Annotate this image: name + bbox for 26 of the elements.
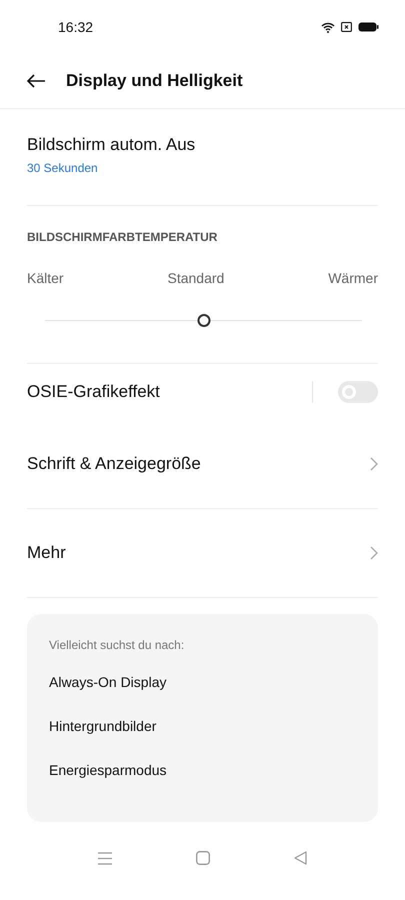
page-title: Display und Helligkeit [66, 71, 243, 91]
back-triangle-icon[interactable] [294, 851, 307, 865]
home-square-icon[interactable] [196, 851, 210, 865]
slider-label: Kälter [27, 270, 64, 286]
item-title: Bildschirm autom. Aus [27, 135, 196, 155]
setting-label: OSIE-Grafikeffekt [27, 382, 160, 402]
slider-thumb[interactable] [197, 314, 210, 327]
setting-label: Schrift & Anzeigegröße [27, 454, 201, 474]
setting-label: Mehr [27, 543, 66, 563]
card-heading: Vielleicht suchst du nach: [49, 638, 186, 652]
suggestion-link[interactable]: Hintergrundbilder [49, 716, 356, 760]
wifi-icon [321, 22, 335, 32]
chevron-right-icon[interactable] [370, 457, 378, 471]
suggestion-link[interactable]: Always-On Display [49, 672, 356, 716]
status-time: 16:32 [58, 19, 94, 35]
screen-timeout-item[interactable]: Bildschirm autom. Aus 30 Sekunden [27, 109, 378, 205]
item-value: 30 Sekunden [27, 161, 99, 175]
suggestion-link[interactable]: Energiesparmodus [49, 760, 356, 804]
chevron-right-icon[interactable] [370, 546, 378, 560]
back-arrow-icon[interactable] [26, 74, 46, 88]
battery-icon [358, 22, 379, 32]
menu-icon[interactable] [98, 852, 112, 864]
no-sim-icon [341, 22, 352, 32]
slider-label: Wärmer [328, 270, 378, 286]
section-heading: BILDSCHIRMFARBTEMPERATUR [27, 230, 218, 244]
slider-label: Standard [167, 270, 224, 286]
